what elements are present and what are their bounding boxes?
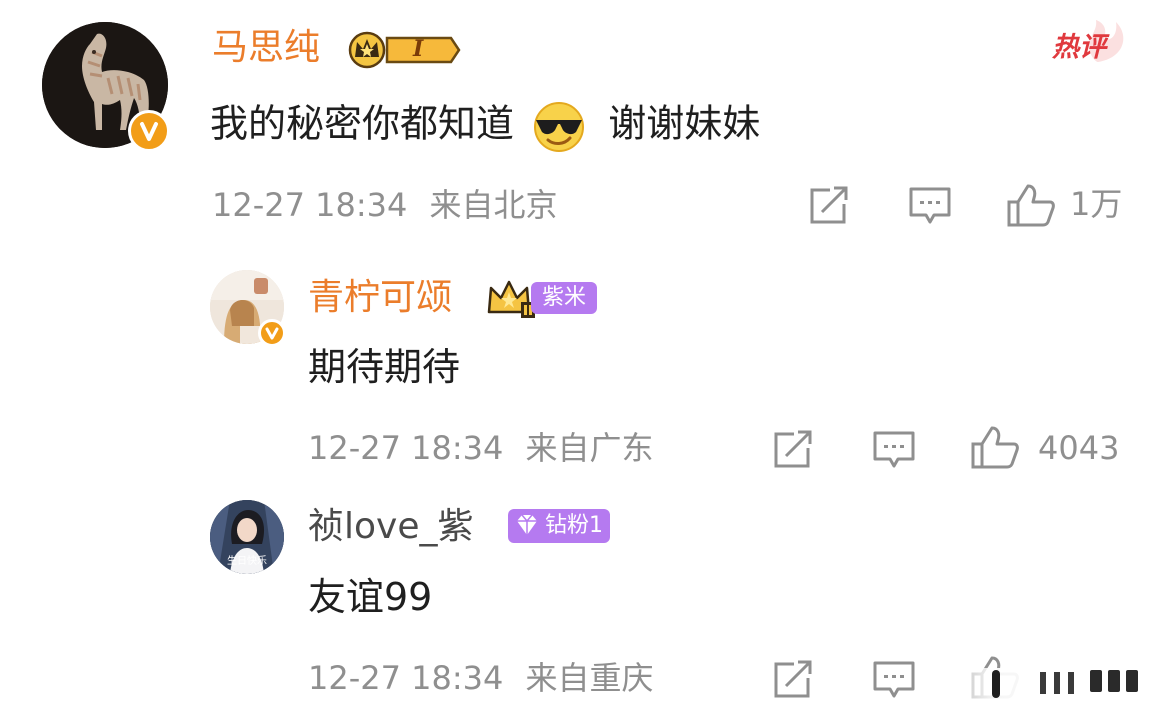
comment-text: 我的秘密你都知道 谢谢妹妹 [210, 100, 760, 152]
comment-text: 期待期待 [308, 345, 461, 389]
location: 来自北京 [429, 186, 558, 224]
comment-text-suffix: 谢谢妹妹 [608, 101, 761, 146]
fan-badge-label: 紫米 [531, 282, 597, 314]
fan-badge-label: 钻粉1 [545, 513, 603, 538]
diamond-icon [517, 514, 537, 535]
share-button[interactable] [770, 430, 814, 470]
like-button[interactable] [970, 424, 1020, 470]
share-icon [810, 186, 848, 224]
like-count: 1万 [1070, 185, 1123, 223]
timestamp: 12-27 18:34 [308, 659, 504, 697]
comment-icon [909, 187, 951, 224]
verified-badge-icon [258, 319, 286, 347]
username[interactable]: 青柠可颂 [308, 280, 452, 316]
share-button[interactable] [806, 186, 850, 226]
reply-button[interactable] [872, 428, 916, 472]
thumbs-up-icon [1007, 184, 1055, 227]
location: 来自重庆 [525, 659, 654, 697]
reply-button[interactable] [908, 184, 952, 228]
crown-icon [348, 31, 461, 69]
like-button[interactable] [1006, 182, 1056, 228]
hot-label: 热评 [1052, 32, 1106, 63]
comment-text-main: 我的秘密你都知道 [210, 101, 515, 146]
verified-badge-icon [128, 110, 170, 152]
timestamp: 12-27 18:34 [212, 186, 408, 224]
watermark-icon [920, 668, 1170, 723]
avatar[interactable]: 生日快乐 [210, 500, 284, 574]
fan-badge: 钻粉1 [508, 509, 610, 543]
share-icon [774, 660, 812, 698]
location: 来自广东 [525, 429, 654, 467]
comment-meta: 12-27 18:34 来自广东 [308, 432, 654, 464]
comment-icon [873, 661, 915, 698]
level-label: I [413, 36, 424, 62]
comment-meta: 12-27 18:34 来自重庆 [308, 662, 654, 694]
sunglasses-emoji-icon [530, 100, 588, 152]
username[interactable]: 祯love_紫 [308, 509, 473, 545]
hot-comment-badge: 热评 [1046, 18, 1130, 68]
reply-button[interactable] [872, 658, 916, 702]
comment-icon [873, 431, 915, 468]
thumbs-up-icon [971, 426, 1019, 469]
fan-badge: 紫米 [485, 276, 599, 320]
crown-icon [487, 280, 535, 318]
timestamp: 12-27 18:34 [308, 429, 504, 467]
username[interactable]: 马思纯 [212, 30, 320, 66]
comment-meta: 12-27 18:34 来自北京 [212, 189, 558, 221]
avatar-caption: 生日快乐 [227, 556, 267, 567]
share-button[interactable] [770, 660, 814, 700]
comment-text: 友谊99 [308, 575, 433, 619]
share-icon [774, 430, 812, 468]
like-count: 4043 [1038, 429, 1120, 467]
member-level-badge: I [347, 30, 461, 70]
